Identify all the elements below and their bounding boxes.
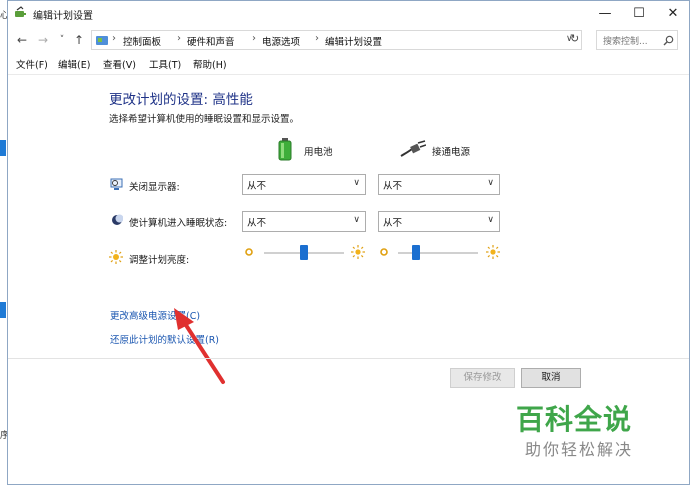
refresh-icon[interactable]: ↻ <box>570 32 579 45</box>
maximize-button[interactable]: ☐ <box>622 1 656 27</box>
minimize-button[interactable]: — <box>588 1 622 27</box>
menu-edit[interactable]: 编辑(E) <box>58 57 90 71</box>
display-off-label: 关闭显示器: <box>129 182 180 193</box>
menu-view[interactable]: 查看(V) <box>103 57 136 71</box>
divider <box>8 358 689 359</box>
menu-help[interactable]: 帮助(H) <box>193 57 227 71</box>
recent-locations-button[interactable]: ˅ <box>54 32 70 48</box>
breadcrumb-separator: › <box>252 33 256 44</box>
breadcrumb-control-panel[interactable]: 控制面板 <box>123 34 161 48</box>
back-button[interactable]: ← <box>14 32 30 48</box>
page-description: 选择希望计算机使用的睡眠设置和显示设置。 <box>109 114 300 125</box>
plug-icon <box>400 140 426 157</box>
brightness-battery-slider[interactable] <box>264 245 344 261</box>
watermark-title: 百科全说 <box>516 403 633 436</box>
search-icon[interactable] <box>663 35 674 46</box>
chevron-down-icon: ∨ <box>353 215 360 225</box>
breadcrumb-power-options[interactable]: 电源选项 <box>262 34 300 48</box>
watermark-subtitle: 助你轻松解决 <box>525 440 634 459</box>
plugged-in-column-header: 接通电源 <box>432 147 471 158</box>
address-box[interactable]: › 控制面板 › 硬件和声音 › 电源选项 › 编辑计划设置 ∨ <box>91 30 582 50</box>
select-value: 从不 <box>247 181 267 192</box>
page-title: 更改计划的设置: 高性能 <box>109 92 253 108</box>
search-input[interactable]: 搜索控制... <box>596 30 678 50</box>
menu-bar: 文件(F) 编辑(E) 查看(V) 工具(T) 帮助(H) <box>8 55 689 73</box>
save-changes-button[interactable]: 保存修改 <box>450 368 515 388</box>
select-value: 从不 <box>247 218 267 229</box>
close-button[interactable]: ✕ <box>656 1 690 27</box>
forward-button[interactable]: → <box>35 32 51 48</box>
background-window-selection <box>0 140 6 156</box>
sleep-moon-icon <box>112 214 123 225</box>
bright-sun-icon <box>351 245 365 259</box>
breadcrumb-edit-plan-settings[interactable]: 编辑计划设置 <box>325 34 382 48</box>
dim-sun-icon <box>245 248 253 256</box>
display-off-battery-select[interactable]: 从不 ∨ <box>242 174 366 195</box>
breadcrumb-hardware-sound[interactable]: 硬件和声音 <box>187 34 235 48</box>
window-title: 编辑计划设置 <box>33 11 93 22</box>
brightness-plugged-in-slider[interactable] <box>398 245 478 261</box>
display-off-plugged-in-select[interactable]: 从不 ∨ <box>378 174 500 195</box>
breadcrumb-separator: › <box>177 33 181 44</box>
slider-thumb[interactable] <box>412 245 420 260</box>
battery-column-header: 用电池 <box>304 147 333 158</box>
divider <box>8 74 689 75</box>
select-value: 从不 <box>383 181 403 192</box>
select-value: 从不 <box>383 218 403 229</box>
sleep-battery-select[interactable]: 从不 ∨ <box>242 211 366 232</box>
slider-thumb[interactable] <box>300 245 308 260</box>
battery-icon <box>278 138 292 161</box>
sleep-plugged-in-select[interactable]: 从不 ∨ <box>378 211 500 232</box>
display-icon <box>110 178 123 190</box>
chevron-down-icon: ∨ <box>487 178 494 188</box>
up-button[interactable]: ↑ <box>71 32 87 48</box>
control-panel-icon <box>96 36 108 45</box>
slider-track <box>398 252 478 254</box>
menu-file[interactable]: 文件(F) <box>16 57 48 71</box>
cancel-button[interactable]: 取消 <box>521 368 581 388</box>
dim-sun-icon <box>380 248 388 256</box>
bright-sun-icon <box>486 245 500 259</box>
power-options-icon <box>15 6 26 17</box>
chevron-down-icon: ∨ <box>487 215 494 225</box>
address-bar: ← → ˅ ↑ › 控制面板 › 硬件和声音 › 电源选项 › 编辑计划设置 ∨… <box>8 27 689 53</box>
title-bar: 编辑计划设置 — ☐ ✕ <box>8 1 689 27</box>
breadcrumb-separator: › <box>112 33 116 44</box>
search-placeholder: 搜索控制... <box>603 37 648 47</box>
brightness-label: 调整计划亮度: <box>129 255 190 266</box>
brightness-sun-icon <box>109 250 123 264</box>
menu-tools[interactable]: 工具(T) <box>149 57 181 71</box>
breadcrumb-separator: › <box>315 33 319 44</box>
annotation-arrow-icon <box>174 308 225 384</box>
background-window-selection <box>0 302 6 318</box>
chevron-down-icon: ∨ <box>353 178 360 188</box>
sleep-label: 使计算机进入睡眠状态: <box>129 218 228 229</box>
